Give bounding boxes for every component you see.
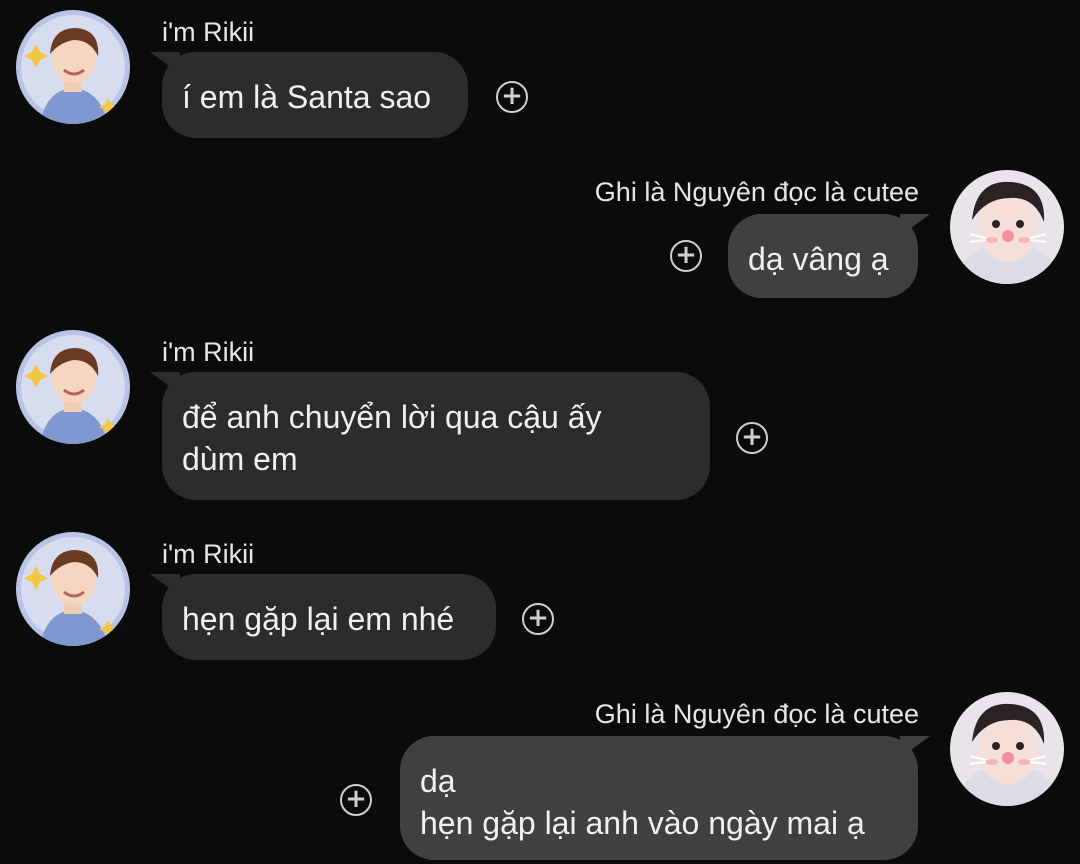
sender-avatar[interactable]: [16, 330, 130, 444]
sender-name: i'm Rikii: [162, 539, 255, 569]
sender-avatar[interactable]: [950, 692, 1064, 806]
sender-name: Ghi là Nguyên đọc là cutee: [594, 177, 919, 207]
sender-avatar[interactable]: [16, 10, 130, 124]
message-bubble[interactable]: hẹn gặp lại em nhé: [162, 574, 496, 660]
add-reaction-icon[interactable]: +: [496, 81, 528, 113]
sender-name: Ghi là Nguyên đọc là cutee: [594, 699, 919, 729]
sender-avatar[interactable]: [16, 532, 130, 646]
message-bubble[interactable]: í em là Santa sao: [162, 52, 468, 138]
message-bubble[interactable]: dạ hẹn gặp lại anh vào ngày mai ạ: [400, 736, 918, 860]
message-bubble[interactable]: để anh chuyển lời qua cậu ấy dùm em: [162, 372, 710, 500]
sender-name: i'm Rikii: [162, 17, 255, 47]
add-reaction-icon[interactable]: +: [522, 603, 554, 635]
add-reaction-icon[interactable]: +: [670, 240, 702, 272]
message-bubble[interactable]: dạ vâng ạ: [728, 214, 918, 298]
sender-avatar[interactable]: [950, 170, 1064, 284]
add-reaction-icon[interactable]: +: [736, 422, 768, 454]
add-reaction-icon[interactable]: +: [340, 784, 372, 816]
sender-name: i'm Rikii: [162, 337, 255, 367]
